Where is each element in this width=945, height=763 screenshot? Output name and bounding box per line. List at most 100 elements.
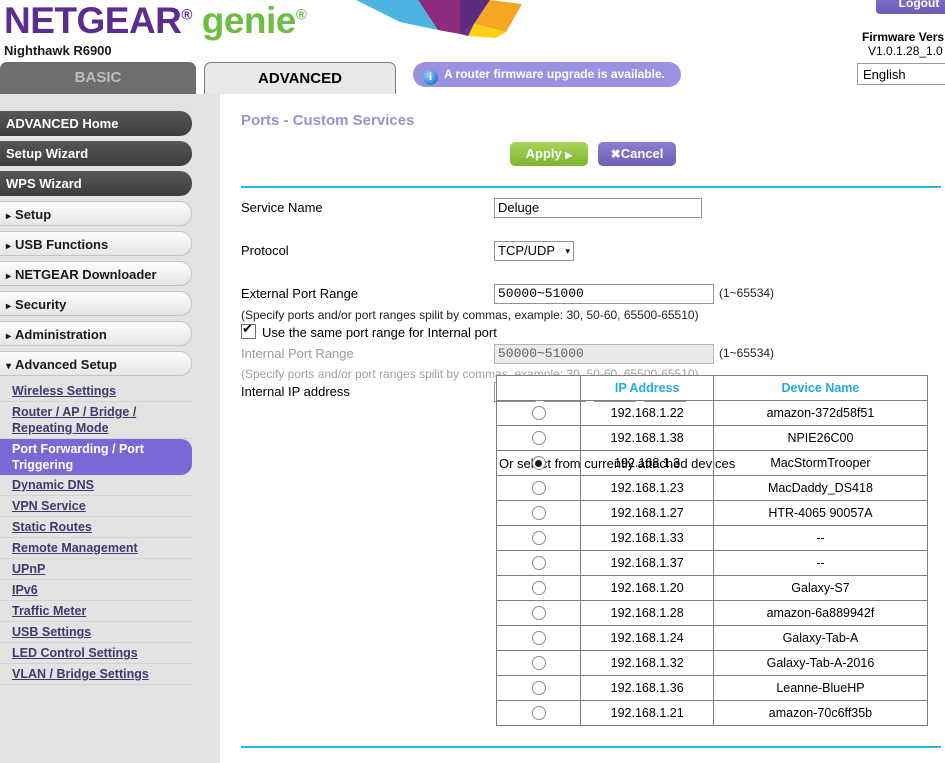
internal-port-input: 50000~51000 — [494, 344, 714, 364]
table-row[interactable]: 192.168.1.27 HTR-4065 90057A — [495, 500, 929, 526]
sidebar-primary-list: ADVANCED Home Setup Wizard WPS Wizard ▸ S… — [0, 94, 220, 376]
table-row[interactable]: 192.168.1.38 NPIE26C00 — [495, 425, 929, 451]
table-row[interactable]: 192.168.1.20 Galaxy-S7 — [495, 575, 929, 601]
device-radio-button-selected[interactable] — [531, 456, 546, 471]
brand-netgear-text: NETGEAR — [4, 0, 182, 41]
device-radio-button[interactable] — [531, 681, 546, 696]
sidebar-item-vpn-service[interactable]: VPN Service — [0, 496, 192, 517]
sidebar-item-setup[interactable]: ▸ Setup — [0, 201, 192, 226]
table-row[interactable]: 192.168.1.24 Galaxy-Tab-A — [495, 625, 929, 651]
table-row[interactable]: 192.168.1.33 -- — [495, 525, 929, 551]
sidebar-item-label: Security — [15, 297, 67, 312]
page-title: Ports - Custom Services — [241, 112, 415, 129]
table-row[interactable]: 192.168.1.3 MacStormTrooper — [495, 450, 929, 476]
row-ip-cell: 192.168.1.23 — [580, 475, 714, 501]
play-arrow-icon: ▶ — [565, 150, 573, 160]
row-device-name-cell: HTR-4065 90057A — [712, 500, 929, 526]
router-admin-page: NETGEAR® genie® Nighthawk R6900 Logout F… — [0, 0, 945, 763]
sidebar-item-wireless-settings[interactable]: Wireless Settings — [0, 381, 192, 402]
row-select-cell[interactable] — [495, 450, 582, 476]
router-model-label: Nighthawk R6900 — [4, 43, 112, 58]
tab-advanced[interactable]: ADVANCED — [204, 62, 396, 94]
divider-top — [241, 186, 941, 188]
sidebar-item-label: Setup — [15, 207, 52, 222]
same-port-range-row: Use the same port range for Internal por… — [241, 322, 941, 344]
sidebar-item-netgear-downloader[interactable]: ▸NETGEAR Downloader (BETA) — [0, 261, 192, 309]
table-row[interactable]: 192.168.1.32 Galaxy-Tab-A-2016 — [495, 650, 929, 676]
sidebar-item-advanced-setup[interactable]: ▾ Advanced Setup — [0, 351, 192, 376]
table-row[interactable]: 192.168.1.36 Leanne-BlueHP — [495, 675, 929, 701]
sidebar-item-advanced-home[interactable]: ADVANCED Home — [0, 111, 192, 136]
sidebar-submenu-list: Wireless Settings Router / AP / Bridge /… — [0, 381, 220, 685]
external-port-hint: (Specify ports and/or port ranges spilit… — [241, 308, 699, 322]
sidebar-item-port-forwarding[interactable]: Port Forwarding / Port Triggering — [0, 439, 192, 475]
device-radio-button[interactable] — [531, 506, 546, 521]
chevron-right-icon: ▸ — [6, 241, 12, 252]
service-name-label: Service Name — [241, 200, 323, 215]
row-select-cell[interactable] — [495, 575, 582, 601]
row-select-cell[interactable] — [495, 650, 582, 676]
row-device-name-cell: NPIE26C00 — [712, 425, 929, 451]
device-radio-button[interactable] — [531, 631, 546, 646]
table-row[interactable]: 192.168.1.21 amazon-70c6ff35b — [495, 700, 929, 726]
device-radio-button[interactable] — [531, 656, 546, 671]
row-select-cell[interactable] — [495, 525, 582, 551]
table-row[interactable]: 192.168.1.37 -- — [495, 550, 929, 576]
sidebar-item-vlan-bridge-settings[interactable]: VLAN / Bridge Settings — [0, 664, 192, 685]
internal-port-label: Internal Port Range — [241, 346, 354, 361]
sidebar-item-ipv6[interactable]: IPv6 — [0, 580, 192, 601]
row-select-cell[interactable] — [495, 550, 582, 576]
chevron-right-icon: ▸ — [6, 301, 12, 312]
row-select-cell[interactable] — [495, 475, 582, 501]
row-select-cell[interactable] — [495, 625, 582, 651]
sidebar-item-upnp[interactable]: UPnP — [0, 559, 192, 580]
table-row[interactable]: 192.168.1.22 amazon-372d58f51 — [495, 400, 929, 426]
sidebar-item-traffic-meter[interactable]: Traffic Meter — [0, 601, 192, 622]
firmware-notice-text: A router firmware upgrade is available. — [444, 67, 665, 81]
sidebar-item-usb-settings[interactable]: USB Settings — [0, 622, 192, 643]
device-radio-button[interactable] — [531, 406, 546, 421]
column-header-ip-address: IP Address — [580, 375, 714, 401]
firmware-upgrade-notice[interactable]: i A router firmware upgrade is available. — [413, 62, 681, 87]
cancel-button[interactable]: ✖Cancel — [598, 142, 676, 166]
row-device-name-cell: Leanne-BlueHP — [712, 675, 929, 701]
external-port-input[interactable]: 50000~51000 — [494, 284, 714, 304]
row-ip-cell: 192.168.1.24 — [580, 625, 714, 651]
sidebar-item-dynamic-dns[interactable]: Dynamic DNS — [0, 475, 192, 496]
device-radio-button[interactable] — [531, 581, 546, 596]
row-select-cell[interactable] — [495, 400, 582, 426]
sidebar-item-administration[interactable]: ▸ Administration — [0, 321, 192, 346]
device-radio-button[interactable] — [531, 431, 546, 446]
sidebar-item-static-routes[interactable]: Static Routes — [0, 517, 192, 538]
row-ip-cell: 192.168.1.38 — [580, 425, 714, 451]
sidebar-item-usb-functions[interactable]: ▸ USB Functions — [0, 231, 192, 256]
row-device-name-cell: amazon-70c6ff35b — [712, 700, 929, 726]
row-select-cell[interactable] — [495, 675, 582, 701]
tab-basic[interactable]: BASIC — [0, 62, 196, 94]
apply-button-label: Apply — [525, 146, 562, 161]
row-select-cell[interactable] — [495, 500, 582, 526]
row-select-cell[interactable] — [495, 425, 582, 451]
apply-button[interactable]: Apply ▶ — [510, 142, 588, 166]
device-radio-button[interactable] — [531, 556, 546, 571]
protocol-row: Protocol TCP/UDP ▾ — [241, 219, 941, 261]
table-row[interactable]: 192.168.1.28 amazon-6a889942f — [495, 600, 929, 626]
device-radio-button[interactable] — [531, 606, 546, 621]
device-radio-button[interactable] — [531, 481, 546, 496]
sidebar-item-remote-management[interactable]: Remote Management — [0, 538, 192, 559]
device-radio-button[interactable] — [531, 706, 546, 721]
sidebar-item-router-ap-bridge-mode[interactable]: Router / AP / Bridge / Repeating Mode — [0, 402, 192, 439]
sidebar-item-led-control-settings[interactable]: LED Control Settings — [0, 643, 192, 664]
sidebar-item-wps-wizard[interactable]: WPS Wizard — [0, 171, 192, 196]
chevron-right-icon: ▸ — [6, 331, 12, 342]
sidebar-item-security[interactable]: ▸ Security — [0, 291, 192, 316]
same-port-range-checkbox[interactable] — [241, 322, 256, 339]
table-row[interactable]: 192.168.1.23 MacDaddy_DS418 — [495, 475, 929, 501]
device-radio-button[interactable] — [531, 531, 546, 546]
logout-button[interactable]: Logout — [876, 0, 945, 14]
service-name-input[interactable]: Deluge — [494, 198, 702, 218]
main-content-panel: Ports - Custom Services Apply ▶ ✖Cancel … — [220, 94, 945, 763]
sidebar-item-setup-wizard[interactable]: Setup Wizard — [0, 141, 192, 166]
row-select-cell[interactable] — [495, 700, 582, 726]
row-select-cell[interactable] — [495, 600, 582, 626]
